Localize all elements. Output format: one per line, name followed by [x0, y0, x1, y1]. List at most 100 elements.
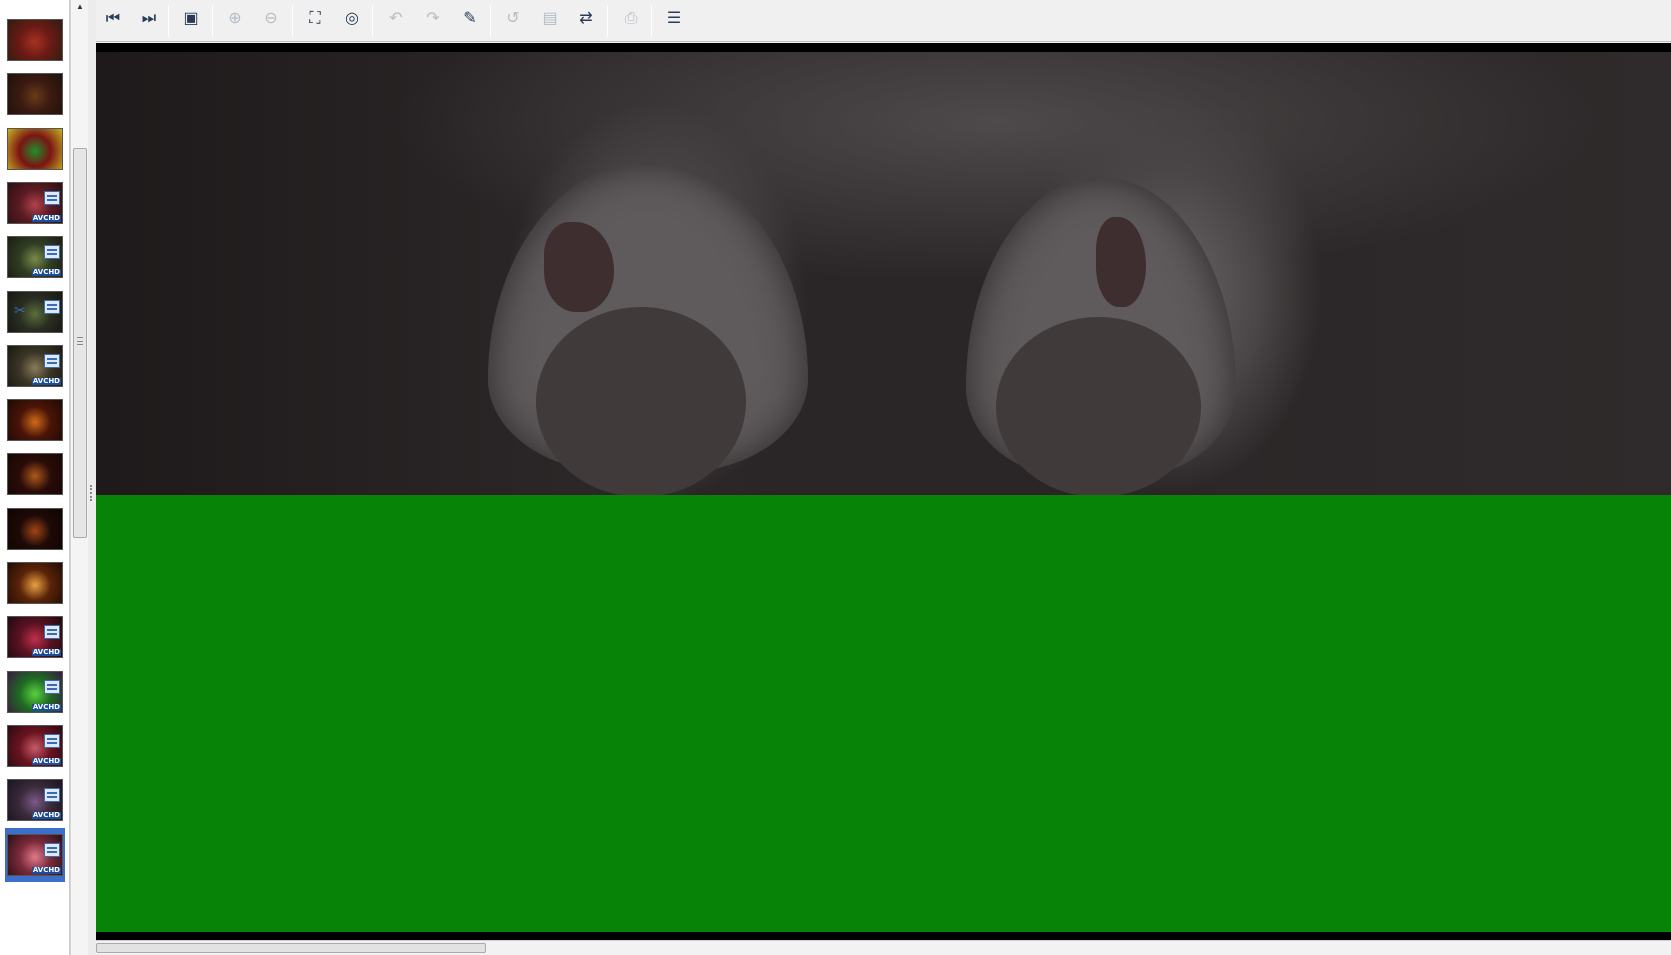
format-badge: AVCHD: [31, 376, 61, 385]
thumbnail-image: AVCHD: [7, 344, 63, 387]
thumbnail-image: [7, 453, 63, 496]
format-badge: AVCHD: [31, 702, 61, 711]
filmstrip-thumbnail-partial[interactable]: [5, 0, 65, 6]
child-face-left: [536, 307, 746, 497]
splitter-grip-icon: [90, 485, 92, 501]
image-viewer-window: AVCHD AVCHD ✂ AVCHD AVCHD AVCHD AVCHD AVCHD AVCH…: [0, 0, 1671, 955]
rotate-left-button[interactable]: ↶: [383, 7, 409, 31]
save-button[interactable]: ▤: [537, 7, 563, 31]
print-icon: ⎙: [624, 10, 638, 27]
print-button[interactable]: ⎙: [618, 7, 644, 31]
edit-tools-button[interactable]: ✎: [457, 7, 483, 31]
thumbnail-image: [7, 399, 63, 442]
filmstrip-thumbnail[interactable]: [5, 13, 65, 67]
filmstrip-thumbnail[interactable]: [5, 556, 65, 610]
video-file-icon: [44, 679, 60, 694]
zoom-in-button[interactable]: ⊕: [222, 7, 248, 31]
zoom-in-icon: ⊕: [228, 10, 242, 27]
filmstrip-thumbnail[interactable]: [5, 502, 65, 556]
filmstrip-thumbnail[interactable]: ✂: [5, 285, 65, 339]
skip-forward-icon: ⏭: [141, 10, 157, 27]
toolbar-separator: [651, 5, 652, 37]
thumbnail-image: [7, 19, 63, 61]
first-image-button[interactable]: ⏮: [100, 7, 126, 31]
displayed-photo: [96, 52, 1671, 497]
filmstrip-thumbnail[interactable]: AVCHD: [5, 665, 65, 719]
horizontal-scrollbar-thumb[interactable]: [96, 943, 486, 953]
export-button[interactable]: ⇄: [573, 7, 599, 31]
format-badge: AVCHD: [31, 648, 61, 657]
filmstrip-scrollbar[interactable]: ▲: [70, 0, 88, 955]
properties-icon: ☰: [666, 10, 682, 27]
filmstrip-thumbnail[interactable]: AVCHD: [5, 610, 65, 664]
video-file-icon: [44, 842, 60, 857]
video-file-icon: [44, 299, 60, 314]
filmstrip-thumbnail[interactable]: AVCHD: [5, 719, 65, 773]
filmstrip-thumbnail[interactable]: [5, 393, 65, 447]
skip-back-icon: ⏮: [105, 10, 121, 27]
video-file-icon: [44, 190, 60, 205]
viewer-toolbar: ⏮ ⏭ ▣ ⊕ ⊖ ⛶ ◎ ↶ ↷ ✎ ↺ ▤ ⇄ ⎙ ☰: [96, 0, 1671, 42]
video-file-icon: [44, 245, 60, 260]
toolbar-separator: [292, 5, 293, 37]
video-file-icon: [44, 353, 60, 368]
toolbar-separator: [212, 5, 213, 37]
toolbar-separator: [607, 5, 608, 37]
format-badge: AVCHD: [31, 213, 61, 222]
rotate-left-icon: ↶: [389, 10, 403, 27]
filmstrip-thumbnail[interactable]: [5, 447, 65, 501]
scroll-up-arrow-icon[interactable]: ▲: [75, 2, 85, 12]
zoom-out-icon: ⊖: [264, 10, 278, 27]
filmstrip-thumbnail[interactable]: AVCHD: [5, 339, 65, 393]
format-badge: AVCHD: [31, 756, 61, 765]
scissors-icon: ✂: [14, 301, 26, 318]
rotate-right-icon: ↷: [426, 10, 440, 27]
thumbnail-image: AVCHD: [7, 616, 63, 659]
thumbnail-image: [7, 507, 63, 550]
filmstrip-thumbnail[interactable]: AVCHD: [5, 827, 65, 882]
fullscreen-icon: ◎: [345, 10, 359, 27]
viewer-horizontal-scrollbar[interactable]: [96, 940, 1671, 955]
fullscreen-button[interactable]: ◎: [339, 7, 365, 31]
zoom-out-button[interactable]: ⊖: [258, 7, 284, 31]
slideshow-icon: ▣: [183, 10, 199, 27]
thumbnail-image: ✂: [7, 290, 63, 333]
video-file-icon: [44, 625, 60, 640]
filmstrip-thumbnail[interactable]: AVCHD: [5, 176, 65, 230]
green-overlay-region: [96, 495, 1671, 932]
filmstrip-thumbnail[interactable]: [5, 67, 65, 121]
thumbnail-image: [7, 73, 63, 116]
slideshow-button[interactable]: ▣: [178, 7, 204, 31]
thumbnail-image: [7, 562, 63, 604]
rotate-right-button[interactable]: ↷: [420, 7, 446, 31]
filmstrip-thumbnail[interactable]: AVCHD: [5, 773, 65, 827]
fit-to-window-button[interactable]: ⛶: [302, 7, 328, 31]
properties-button[interactable]: ☰: [661, 7, 687, 31]
thumbnail-image: AVCHD: [7, 724, 63, 767]
filmstrip-thumbnail[interactable]: [5, 122, 65, 176]
panel-splitter[interactable]: [88, 0, 96, 955]
format-badge: AVCHD: [31, 865, 61, 874]
thumbnail-image: AVCHD: [7, 779, 63, 822]
filmstrip-thumbnail[interactable]: AVCHD: [5, 230, 65, 284]
scrollbar-grip-icon: [77, 337, 83, 345]
thumbnail-image: AVCHD: [7, 236, 63, 279]
undo-icon: ↺: [506, 10, 520, 27]
last-image-button[interactable]: ⏭: [136, 7, 162, 31]
fit-window-icon: ⛶: [309, 10, 321, 27]
thumbnail-image: [7, 127, 63, 170]
save-icon: ▤: [542, 10, 558, 27]
filmstrip-panel: AVCHD AVCHD ✂ AVCHD AVCHD AVCHD AVCHD AVCHD AVCH…: [0, 0, 70, 955]
wand-icon: ✎: [463, 10, 477, 27]
toolbar-separator: [168, 5, 169, 37]
scrollbar-thumb[interactable]: [73, 148, 87, 538]
video-file-icon: [44, 733, 60, 748]
thumbnail-image: AVCHD: [7, 181, 63, 224]
format-badge: AVCHD: [31, 268, 61, 277]
image-viewport[interactable]: [96, 43, 1671, 940]
toolbar-separator: [490, 5, 491, 37]
undo-button[interactable]: ↺: [500, 7, 526, 31]
child-face-right: [996, 317, 1201, 497]
video-file-icon: [44, 788, 60, 803]
export-icon: ⇄: [579, 10, 593, 27]
